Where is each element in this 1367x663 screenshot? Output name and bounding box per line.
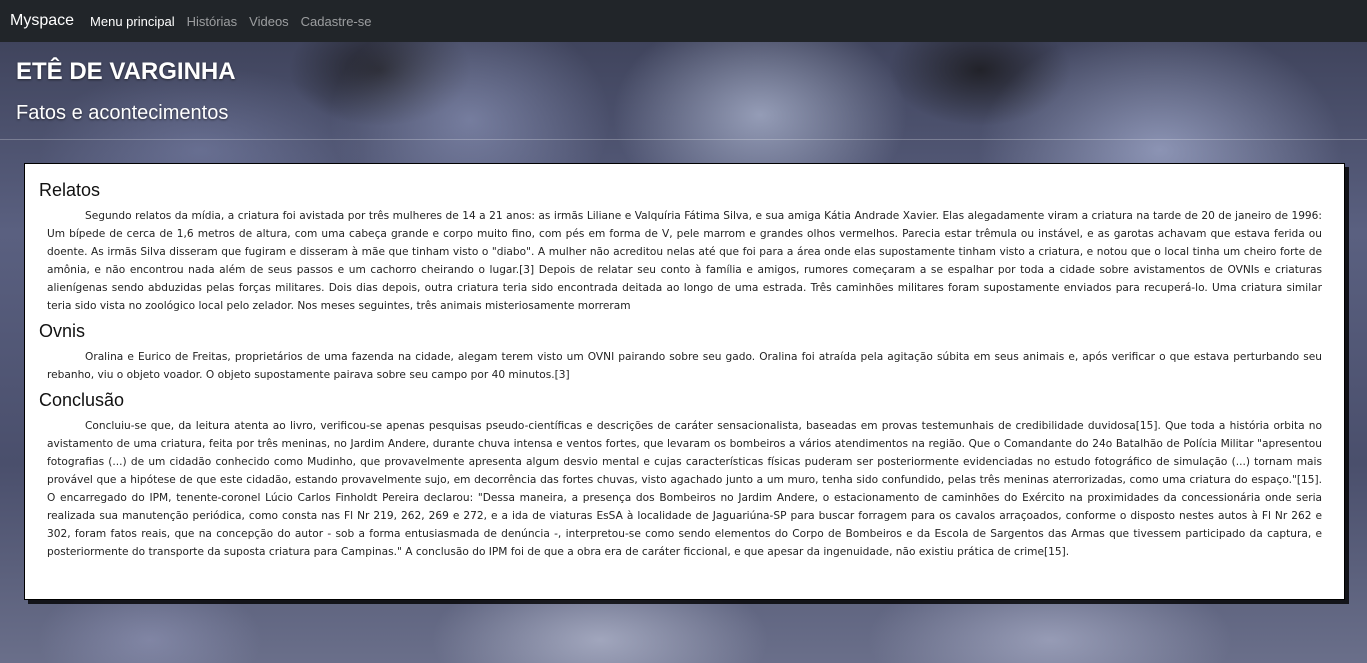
- nav-item-menu-principal[interactable]: Menu principal: [90, 14, 175, 29]
- section-title: Ovnis: [39, 321, 86, 341]
- page-header: ETÊ DE VARGINHA Fatos e acontecimentos: [0, 42, 1367, 140]
- section-paragraph: Segundo relatos da mídia, a criatura foi…: [47, 210, 1322, 312]
- section-ovnis: Ovnis Oralina e Eurico de Freitas, propr…: [39, 321, 1322, 384]
- section-title: Conclusão: [39, 390, 125, 410]
- page-title: ETÊ DE VARGINHA: [16, 58, 236, 85]
- brand-logo-link[interactable]: Myspace: [10, 12, 74, 30]
- section-relatos: Relatos Segundo relatos da mídia, a cria…: [39, 180, 1322, 315]
- nav-item-cadastre-se[interactable]: Cadastre-se: [301, 14, 372, 29]
- page-subtitle: Fatos e acontecimentos: [16, 102, 229, 124]
- section-title: Relatos: [39, 180, 101, 200]
- section-paragraph: Oralina e Eurico de Freitas, proprietári…: [47, 351, 1322, 381]
- article-card: Relatos Segundo relatos da mídia, a cria…: [24, 163, 1345, 600]
- nav-item-historias[interactable]: Histórias: [187, 14, 238, 29]
- section-paragraph: Concluiu-se que, da leitura atenta ao li…: [47, 420, 1322, 558]
- top-navbar: Myspace Menu principal Histórias Videos …: [0, 0, 1367, 42]
- nav-item-videos[interactable]: Videos: [249, 14, 289, 29]
- section-conclusao: Conclusão Concluiu-se que, da leitura at…: [39, 390, 1322, 561]
